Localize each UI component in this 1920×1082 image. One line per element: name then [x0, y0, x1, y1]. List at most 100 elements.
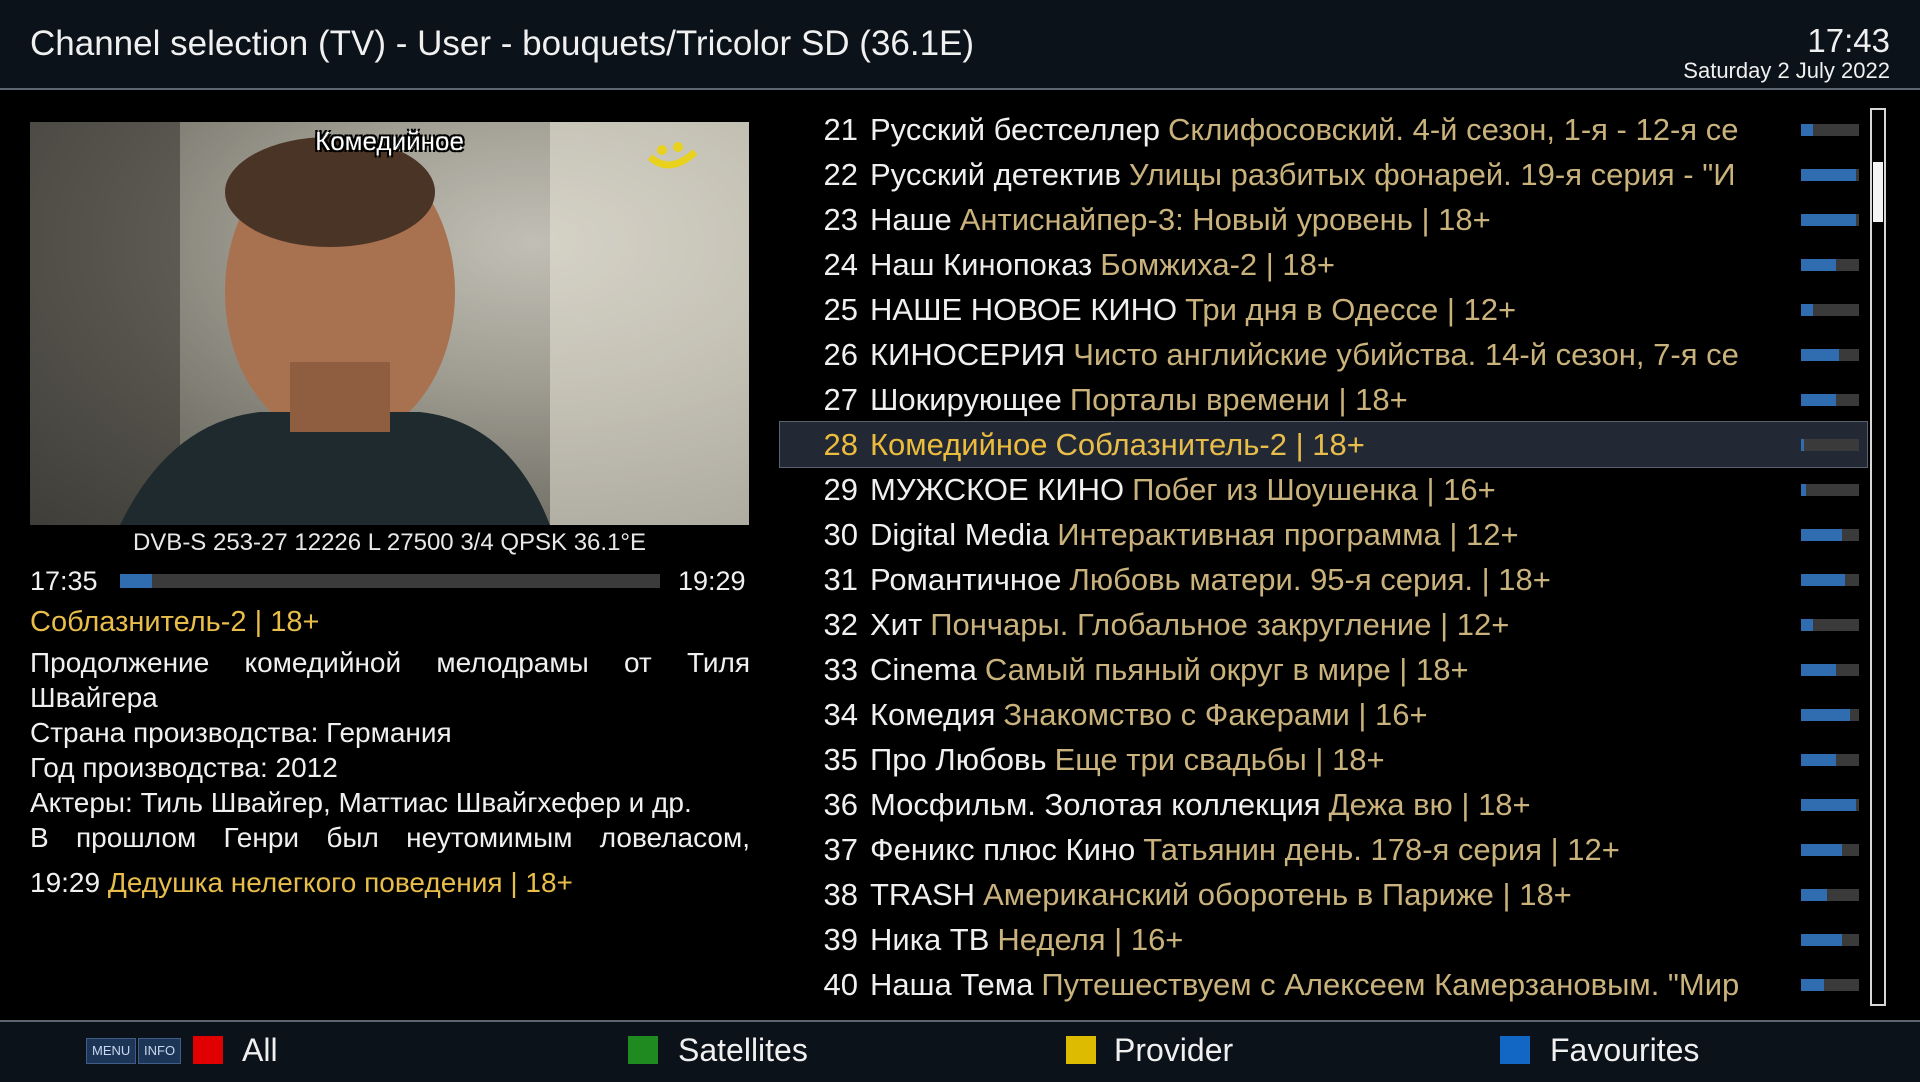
scrollbar-thumb[interactable] [1873, 162, 1883, 222]
channel-name: Шокирующее [870, 382, 1062, 417]
channel-name: КИНОСЕРИЯ [870, 337, 1066, 372]
channel-number: 38 [823, 877, 858, 912]
channel-row-text: 35 Про Любовь Еще три свадьбы | 18+ [820, 737, 1824, 782]
channel-event-progress [1801, 394, 1859, 406]
channel-row[interactable]: 23 Наше Антиснайпер-3: Новый уровень | 18+ [780, 197, 1867, 242]
channel-current-event: Неделя | 16+ [997, 922, 1184, 957]
channel-event-progress [1801, 709, 1859, 721]
clock: 17:43 [1807, 22, 1890, 59]
channel-event-progress [1801, 844, 1859, 856]
channel-event-progress-fill [1801, 754, 1836, 766]
event-description-line: Швайгера [30, 682, 158, 713]
channel-row[interactable]: 34 Комедия Знакомство с Факерами | 16+ [780, 692, 1867, 737]
date: Saturday 2 July 2022 [1683, 58, 1890, 83]
channel-row-text: 34 Комедия Знакомство с Факерами | 16+ [820, 692, 1824, 737]
channel-number: 22 [823, 157, 858, 192]
channel-name: Про Любовь [870, 742, 1047, 777]
red-key-icon[interactable] [193, 1036, 223, 1064]
channel-row[interactable]: 26 КИНОСЕРИЯ Чисто английские убийства. 14… [780, 332, 1867, 377]
channel-event-progress-fill [1801, 664, 1836, 676]
channel-row-text: 40 Наша Тема Путешествуем с Алексеем Камер… [820, 962, 1824, 1007]
channel-row-text: 27 Шокирующее Порталы времени | 18+ [820, 377, 1824, 422]
channel-number: 37 [823, 832, 858, 867]
channel-event-progress-fill [1801, 349, 1839, 361]
channel-row[interactable]: 35 Про Любовь Еще три свадьбы | 18+ [780, 737, 1867, 782]
channel-row[interactable]: 25 НАШЕ НОВОЕ КИНО Три дня в Одессе | 12+ [780, 287, 1867, 332]
channel-number: 30 [823, 517, 858, 552]
channel-name: TRASH [870, 877, 976, 912]
channel-event-progress [1801, 664, 1859, 676]
channel-event-progress [1801, 529, 1859, 541]
channel-row-text: 37 Феникс плюс Кино Татьянин день. 178-я с… [820, 827, 1824, 872]
event-description-line: Страна производства: Германия [30, 717, 452, 748]
menu-key-badge[interactable]: MENU [86, 1038, 137, 1064]
event-end-time: 19:29 [678, 566, 746, 596]
channel-row-text: 31 Романтичное Любовь матери. 95-я серия. … [820, 557, 1824, 602]
channel-number: 24 [823, 247, 858, 282]
channel-row-selected[interactable]: 28 Комедийное Соблазнитель-2 | 18+ [779, 421, 1868, 468]
channel-row[interactable]: 39 Ника ТВ Неделя | 16+ [780, 917, 1867, 962]
channel-row-text: 22 Русский детектив Улицы разбитых фонарей… [820, 152, 1824, 197]
event-description: Продолжение комедийной мелодрамы от Тиля… [30, 645, 750, 857]
channel-row-text: 38 TRASH Американский оборотень в Париже |… [820, 872, 1824, 917]
channel-name: Мосфильм. Золотая коллекция [870, 787, 1321, 822]
channel-name: Cinema [870, 652, 977, 687]
button-all[interactable]: All [242, 1032, 278, 1069]
channel-event-progress [1801, 934, 1859, 946]
channel-name: Наш Кинопоказ [870, 247, 1093, 282]
green-key-icon[interactable] [628, 1036, 658, 1064]
channel-row[interactable]: 27 Шокирующее Порталы времени | 18+ [780, 377, 1867, 422]
blue-key-icon[interactable] [1500, 1036, 1530, 1064]
info-key-badge[interactable]: INFO [138, 1038, 182, 1064]
channel-name: Комедия [870, 697, 996, 732]
channel-row[interactable]: 22 Русский детектив Улицы разбитых фонарей… [780, 152, 1867, 197]
channel-current-event: Склифосовский. 4-й сезон, 1-я - 12-я се [1168, 112, 1739, 147]
yellow-key-icon[interactable] [1066, 1036, 1096, 1064]
channel-event-progress-fill [1801, 709, 1851, 721]
channel-current-event: Соблазнитель-2 | 18+ [1055, 427, 1365, 462]
channel-row[interactable]: 33 Cinema Самый пьяный округ в мире | 18+ [780, 647, 1867, 692]
channel-list-scrollbar[interactable] [1870, 108, 1886, 1006]
preview-image [30, 122, 749, 525]
channel-current-event: Порталы времени | 18+ [1069, 382, 1408, 417]
channel-event-progress [1801, 979, 1859, 991]
channel-row[interactable]: 24 Наш Кинопоказ Бомжиха-2 | 18+ [780, 242, 1867, 287]
channel-name: Комедийное [870, 427, 1048, 462]
channel-row[interactable]: 30 Digital Media Интерактивная программа |… [780, 512, 1867, 557]
channel-current-event: Американский оборотень в Париже | 18+ [983, 877, 1572, 912]
channel-event-progress-fill [1801, 934, 1842, 946]
channel-event-progress-fill [1801, 844, 1842, 856]
next-event-title: Дедушка нелегкого поведения | 18+ [107, 867, 573, 898]
channel-number: 36 [823, 787, 858, 822]
channel-event-progress [1801, 304, 1859, 316]
event-description-line: Год производства: 2012 [30, 752, 338, 783]
button-favourites[interactable]: Favourites [1550, 1032, 1699, 1069]
channel-current-event: Еще три свадьбы | 18+ [1054, 742, 1385, 777]
channel-number: 34 [823, 697, 858, 732]
channel-event-progress-fill [1801, 979, 1825, 991]
event-description-line: Актеры: Тиль Швайгер, Маттиас Швайгхефер… [30, 787, 692, 818]
channel-row[interactable]: 32 Хит Пончары. Глобальное закругление | 1… [780, 602, 1867, 647]
button-satellites[interactable]: Satellites [678, 1032, 808, 1069]
channel-current-event: Три дня в Одессе | 12+ [1185, 292, 1517, 327]
channel-row[interactable]: 31 Романтичное Любовь матери. 95-я серия. … [780, 557, 1867, 602]
channel-list[interactable]: 21 Русский бестселлер Склифосовский. 4-й с… [779, 107, 1868, 1007]
channel-name: Русский бестселлер [870, 112, 1161, 147]
channel-current-event: Любовь матери. 95-я серия. | 18+ [1069, 562, 1551, 597]
channel-event-progress [1801, 439, 1859, 451]
channel-row[interactable]: 38 TRASH Американский оборотень в Париже |… [780, 872, 1867, 917]
channel-event-progress [1801, 619, 1859, 631]
video-preview: Комедийное [30, 122, 749, 525]
channel-event-progress-fill [1801, 484, 1806, 496]
channel-row[interactable]: 21 Русский бестселлер Склифосовский. 4-й с… [780, 107, 1867, 152]
channel-number: 25 [823, 292, 858, 327]
channel-row[interactable]: 40 Наша Тема Путешествуем с Алексеем Камер… [780, 962, 1867, 1007]
channel-current-event: Знакомство с Факерами | 16+ [1003, 697, 1428, 732]
channel-name: Наше [870, 202, 952, 237]
channel-row-text: 21 Русский бестселлер Склифосовский. 4-й с… [820, 107, 1824, 152]
channel-row[interactable]: 36 Мосфильм. Золотая коллекция Дежа вю | 1… [780, 782, 1867, 827]
channel-event-progress-fill [1801, 124, 1813, 136]
channel-row[interactable]: 29 МУЖСКОЕ КИНО Побег из Шоушенка | 16+ [780, 467, 1867, 512]
button-provider[interactable]: Provider [1114, 1032, 1233, 1069]
channel-row[interactable]: 37 Феникс плюс Кино Татьянин день. 178-я с… [780, 827, 1867, 872]
